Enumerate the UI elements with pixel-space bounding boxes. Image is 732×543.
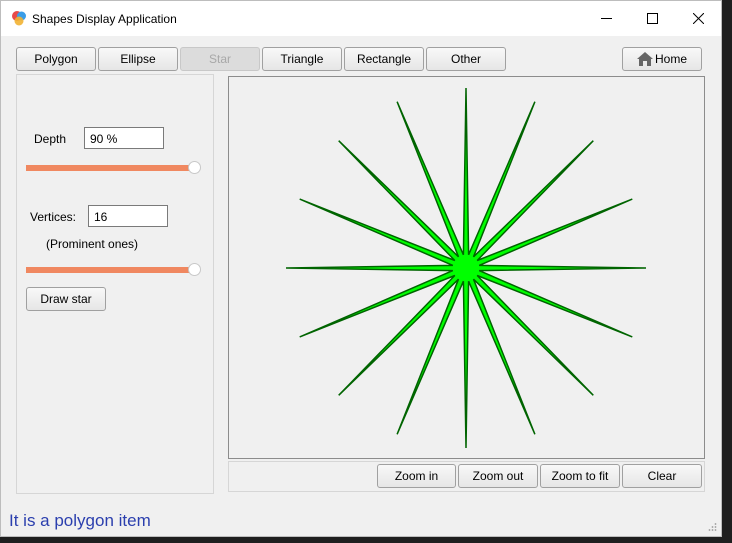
tab-other[interactable]: Other: [426, 47, 506, 71]
tab-polygon[interactable]: Polygon: [16, 47, 96, 71]
depth-slider-fill: [26, 165, 195, 171]
maximize-icon: [646, 13, 658, 24]
tab-rectangle-label: Rectangle: [356, 52, 412, 66]
minimize-icon: [600, 18, 612, 19]
tab-triangle-label: Triangle: [280, 52, 324, 66]
status-text: It is a polygon item: [9, 511, 151, 530]
title-bar[interactable]: Shapes Display Application: [1, 1, 721, 36]
draw-star-label: Draw star: [40, 292, 92, 306]
tab-polygon-label: Polygon: [34, 52, 78, 66]
star-shape[interactable]: [285, 87, 647, 449]
home-icon: [636, 52, 653, 66]
close-icon: [692, 13, 704, 24]
zoom-to-fit-button[interactable]: Zoom to fit: [540, 464, 620, 488]
app-window: Shapes Display Application Polygon Ellip…: [0, 0, 722, 537]
maximize-button[interactable]: [629, 1, 675, 36]
depth-field[interactable]: 90 %: [84, 127, 164, 149]
depth-slider-handle[interactable]: [188, 161, 201, 174]
star-drawing[interactable]: [229, 77, 704, 458]
clear-button[interactable]: Clear: [622, 464, 702, 488]
tab-rectangle[interactable]: Rectangle: [344, 47, 424, 71]
vertices-slider[interactable]: [26, 263, 201, 277]
minimize-button[interactable]: [583, 1, 629, 36]
resize-grip-icon[interactable]: [707, 522, 717, 532]
tab-ellipse[interactable]: Ellipse: [98, 47, 178, 71]
vertices-label: Vertices:: [30, 210, 77, 224]
draw-star-button[interactable]: Draw star: [26, 287, 106, 311]
tab-star: Star: [180, 47, 260, 71]
prominent-note: (Prominent ones): [46, 237, 139, 251]
zoom-in-button[interactable]: Zoom in: [377, 464, 456, 488]
vertices-field[interactable]: 16: [88, 205, 168, 227]
tab-other-label: Other: [450, 52, 481, 66]
drawing-canvas[interactable]: [228, 76, 705, 459]
home-button[interactable]: Home: [622, 47, 702, 71]
zoom-out-button[interactable]: Zoom out: [458, 464, 538, 488]
control-panel: Depth 90 % Vertices: 16 (Prominent ones)…: [16, 74, 214, 494]
home-label: Home: [654, 52, 687, 66]
zoom-in-label: Zoom in: [394, 469, 439, 483]
app-icon: [12, 11, 26, 26]
depth-label: Depth: [34, 132, 67, 146]
vertices-slider-fill: [26, 267, 195, 273]
tab-star-label: Star: [208, 52, 231, 66]
tab-triangle[interactable]: Triangle: [262, 47, 342, 71]
zoom-to-fit-label: Zoom to fit: [551, 469, 609, 483]
clear-label: Clear: [647, 469, 677, 483]
tab-ellipse-label: Ellipse: [120, 52, 156, 66]
window-title: Shapes Display Application: [32, 12, 177, 26]
view-button-bar: Zoom in Zoom out Zoom to fit Clear: [228, 461, 705, 492]
vertices-slider-handle[interactable]: [188, 263, 201, 276]
depth-slider[interactable]: [26, 161, 201, 175]
close-button[interactable]: [675, 1, 721, 36]
zoom-out-label: Zoom out: [472, 469, 524, 483]
